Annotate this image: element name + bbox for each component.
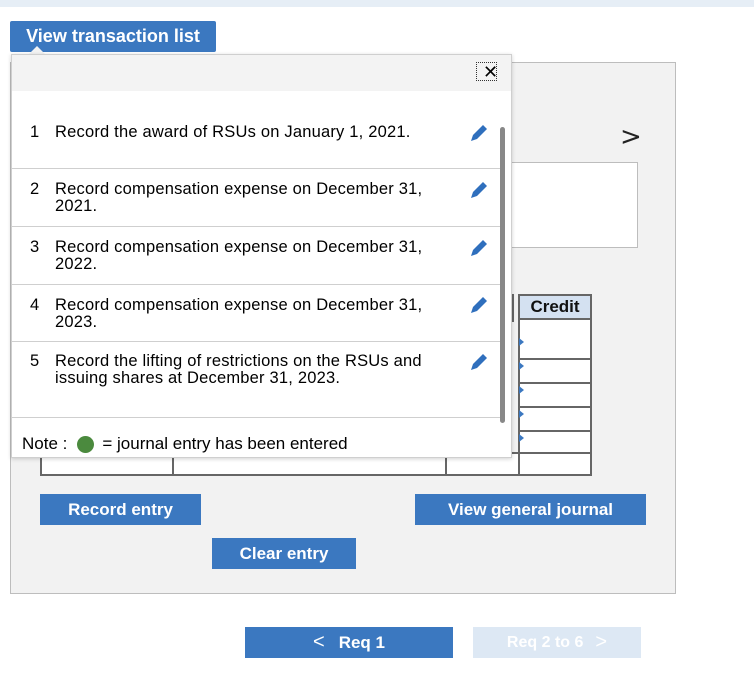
close-icon[interactable]: ✕	[476, 62, 498, 82]
transaction-list-popup: ✕ 1 Record the award of RSUs on January …	[11, 54, 512, 458]
next-requirement-button[interactable]: Req 2 to 6 >	[473, 627, 641, 658]
cell-marker-icon	[519, 410, 524, 418]
transaction-number: 5	[30, 352, 40, 370]
cell-marker-icon	[519, 386, 524, 394]
entered-dot-icon	[77, 435, 95, 453]
view-general-journal-button[interactable]: View general journal	[415, 494, 646, 525]
chevron-left-icon: <	[313, 631, 325, 653]
prev-requirement-button[interactable]: < Req 1	[245, 627, 453, 658]
credit-cell[interactable]	[518, 382, 592, 408]
transaction-number: 4	[30, 296, 40, 314]
next-transaction-chevron-icon[interactable]: >	[620, 122, 642, 152]
transaction-text: Record compensation expense on December …	[55, 238, 423, 273]
chevron-right-icon: >	[595, 631, 608, 653]
cell-marker-icon	[519, 338, 524, 346]
cell-marker-icon	[519, 362, 524, 370]
credit-cell[interactable]	[518, 318, 592, 360]
transaction-number: 2	[30, 180, 40, 198]
pencil-icon[interactable]	[469, 180, 489, 200]
credit-cell[interactable]	[518, 452, 592, 476]
top-bar	[0, 0, 754, 7]
transaction-number: 3	[30, 238, 40, 256]
list-item[interactable]: 3 Record compensation expense on Decembe…	[12, 227, 500, 285]
clear-entry-button[interactable]: Clear entry	[212, 538, 356, 569]
pencil-icon[interactable]	[469, 352, 489, 372]
note-text: = journal entry has been entered	[102, 434, 348, 453]
credit-cell[interactable]	[518, 358, 592, 384]
pencil-icon[interactable]	[469, 295, 489, 315]
cell-marker-icon	[519, 434, 524, 442]
transaction-number: 1	[30, 123, 40, 141]
transaction-list: 1 Record the award of RSUs on January 1,…	[12, 112, 500, 418]
credit-cell[interactable]	[518, 430, 592, 454]
note-label: Note :	[22, 434, 68, 453]
list-item[interactable]: 5 Record the lifting of restrictions on …	[12, 342, 500, 418]
popup-header: ✕	[12, 55, 511, 91]
column-divider	[512, 294, 514, 322]
prev-requirement-label: Req 1	[338, 632, 385, 652]
transaction-text: Record compensation expense on December …	[55, 296, 423, 331]
record-entry-button[interactable]: Record entry	[40, 494, 201, 525]
list-item[interactable]: 2 Record compensation expense on Decembe…	[12, 169, 500, 227]
credit-cell[interactable]	[518, 406, 592, 432]
popup-scrollbar[interactable]	[500, 127, 505, 423]
pencil-icon[interactable]	[469, 238, 489, 258]
list-item[interactable]: 1 Record the award of RSUs on January 1,…	[12, 112, 500, 169]
legend-note: Note : = journal entry has been entered	[22, 434, 348, 454]
transaction-text: Record compensation expense on December …	[55, 180, 423, 215]
credit-column-header: Credit	[518, 294, 592, 320]
transaction-text: Record the award of RSUs on January 1, 2…	[55, 123, 411, 141]
transaction-text: Record the lifting of restrictions on th…	[55, 352, 422, 387]
list-item[interactable]: 4 Record compensation expense on Decembe…	[12, 285, 500, 342]
next-requirement-label: Req 2 to 6	[506, 633, 584, 651]
pencil-icon[interactable]	[469, 123, 489, 143]
